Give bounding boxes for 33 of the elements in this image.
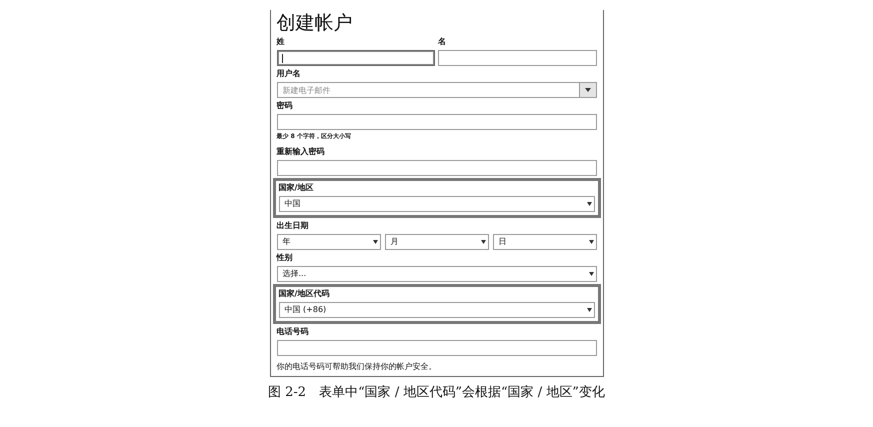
caret-icon bbox=[588, 272, 594, 276]
caret-icon bbox=[586, 202, 592, 206]
dropdown-field[interactable]: 选择... bbox=[276, 266, 596, 282]
input-field[interactable] bbox=[276, 160, 596, 176]
input-field[interactable] bbox=[276, 114, 596, 130]
field-label: 用户名 bbox=[276, 69, 302, 79]
dropdown-field[interactable]: 月 bbox=[384, 234, 488, 250]
dropdown-field[interactable]: 中国 (+86) bbox=[278, 302, 594, 318]
field-label: 姓 bbox=[276, 37, 286, 47]
hint-text: 你的电话号码可帮助我们保持你的帐户安全。 bbox=[276, 362, 438, 372]
field-label: 出生日期 bbox=[276, 221, 310, 231]
form-title: 创建帐户 bbox=[276, 12, 354, 34]
dropdown-button[interactable] bbox=[578, 82, 596, 98]
caret-icon bbox=[588, 240, 594, 244]
caret-icon bbox=[584, 88, 590, 92]
field-label: 电话号码 bbox=[276, 327, 310, 337]
caret-icon bbox=[480, 240, 486, 244]
field-label: 重新输入密码 bbox=[276, 147, 326, 157]
input-field[interactable] bbox=[276, 50, 435, 66]
field-label: 密码 bbox=[276, 101, 294, 111]
input-field[interactable] bbox=[276, 340, 596, 356]
figure-caption: 图 2-2 表单中“国家 / 地区代码”会根据“国家 / 地区”变化 bbox=[268, 385, 605, 401]
field-label: 国家/地区代码 bbox=[278, 289, 330, 299]
field-label: 名 bbox=[438, 37, 447, 47]
field-label: 性别 bbox=[276, 253, 294, 263]
dropdown-field[interactable]: 日 bbox=[492, 234, 596, 250]
field-label: 国家/地区 bbox=[278, 183, 314, 193]
input-field[interactable]: 新建电子邮件 bbox=[276, 82, 578, 98]
caret-icon bbox=[372, 240, 378, 244]
dropdown-field[interactable]: 中国 bbox=[278, 196, 594, 212]
dropdown-field[interactable]: 年 bbox=[276, 234, 380, 250]
caret-icon bbox=[586, 308, 592, 312]
input-field[interactable] bbox=[438, 50, 596, 66]
